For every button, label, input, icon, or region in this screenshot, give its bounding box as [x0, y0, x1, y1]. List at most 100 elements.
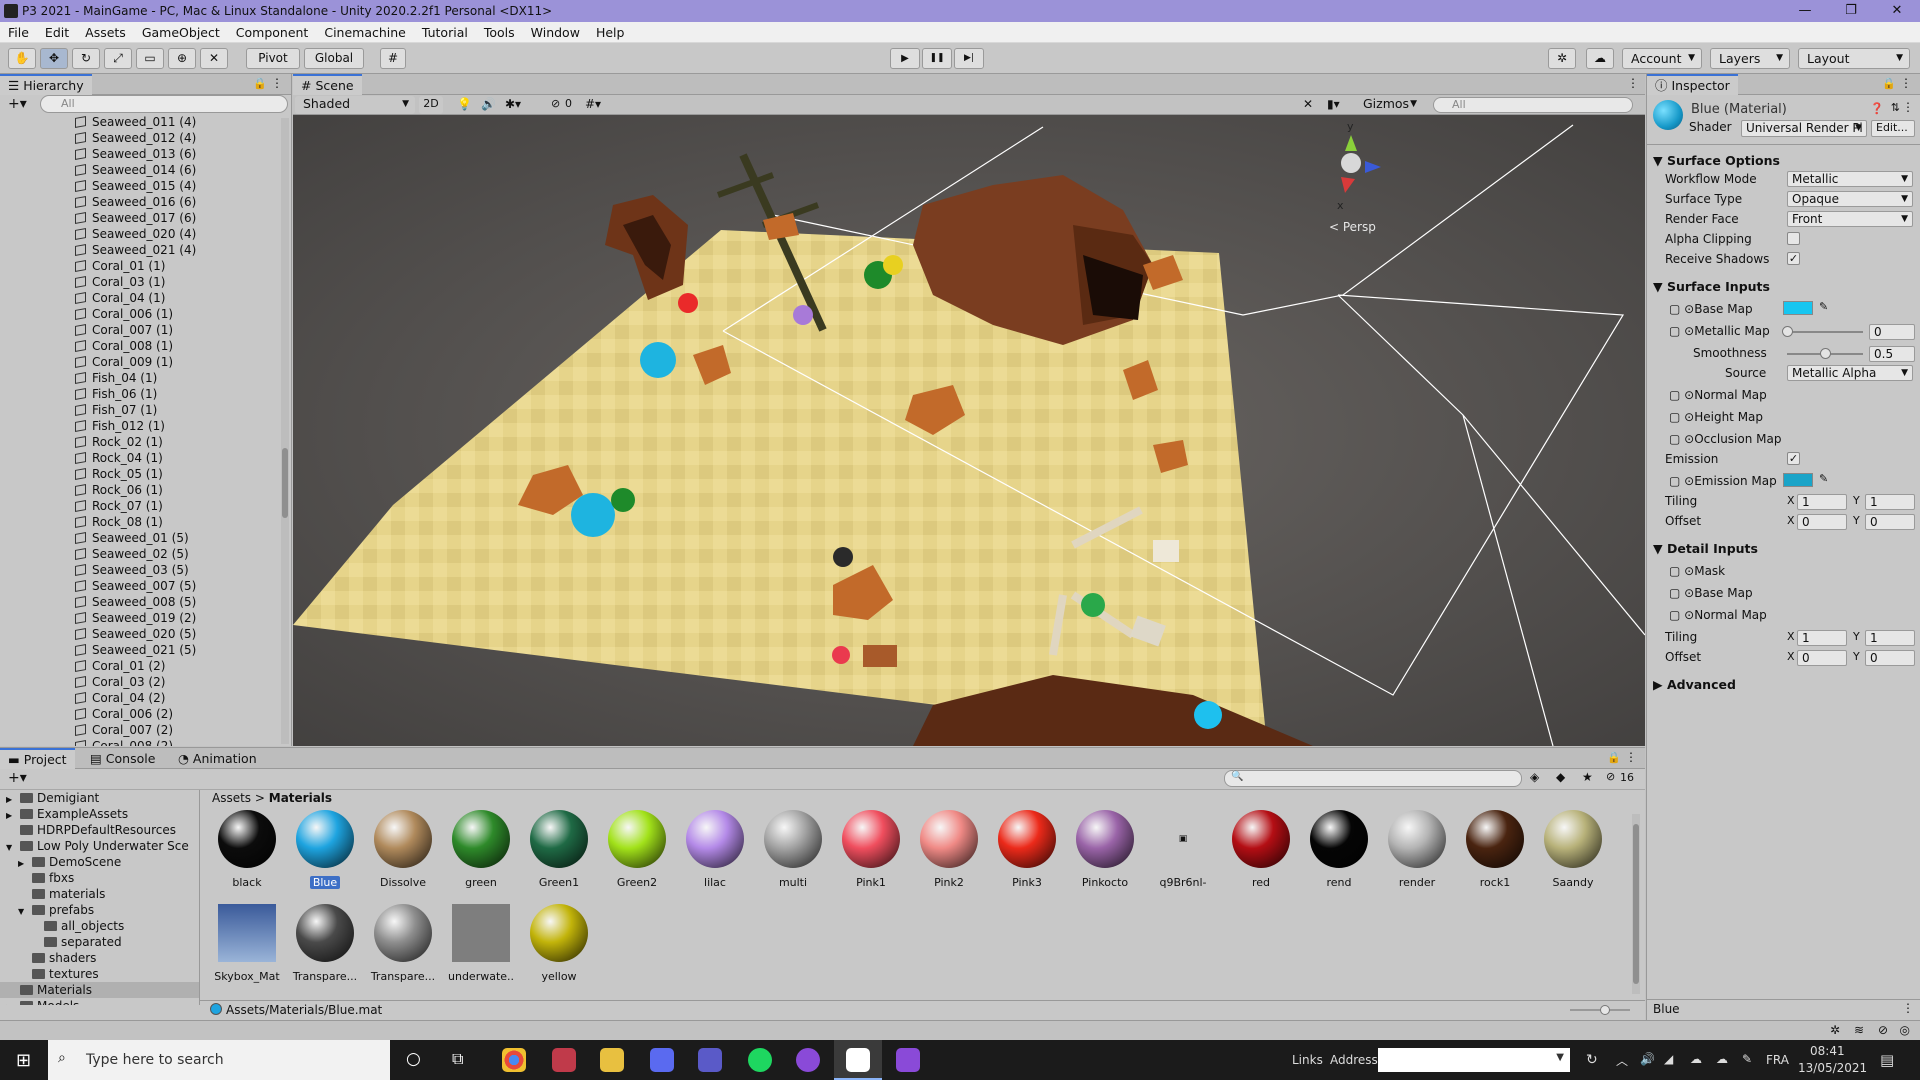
tab-console[interactable]: ▤ Console: [82, 748, 163, 769]
hierarchy-search-input[interactable]: All: [40, 95, 288, 113]
material-asset[interactable]: Transpare...: [370, 904, 436, 983]
unity-taskbar-button[interactable]: [834, 1040, 882, 1080]
hierarchy-item[interactable]: Seaweed_016 (6): [0, 194, 282, 210]
hierarchy-item[interactable]: Coral_006 (2): [0, 706, 282, 722]
taskbar-search-box[interactable]: ⌕ Type here to search: [48, 1040, 390, 1080]
surface-type-dropdown[interactable]: Opaque ▼: [1787, 191, 1913, 207]
material-asset[interactable]: lilac: [682, 810, 748, 889]
shader-dropdown[interactable]: Universal Render Pi ▼: [1741, 120, 1867, 137]
material-asset[interactable]: green: [448, 810, 514, 889]
hierarchy-item[interactable]: Seaweed_020 (5): [0, 626, 282, 642]
emission-color-swatch[interactable]: [1783, 473, 1813, 487]
menu-edit[interactable]: Edit: [37, 25, 77, 40]
filter-type-icon[interactable]: ◈: [1530, 770, 1539, 784]
folder-tree-item[interactable]: ▶ DemoScene: [18, 854, 199, 870]
cloud-button[interactable]: ☁: [1586, 48, 1614, 69]
eyedropper-icon[interactable]: ✎: [1819, 472, 1828, 485]
hierarchy-item[interactable]: Seaweed_03 (5): [0, 562, 282, 578]
scroll-thumb[interactable]: [282, 448, 288, 518]
tab-inspector[interactable]: ⓘ Inspector: [1647, 74, 1738, 95]
hierarchy-item[interactable]: Coral_008 (1): [0, 338, 282, 354]
hierarchy-item[interactable]: Rock_04 (1): [0, 450, 282, 466]
render-face-dropdown[interactable]: Front ▼: [1787, 211, 1913, 227]
no-entry-icon[interactable]: ⊘: [1878, 1023, 1888, 1037]
workflow-dropdown[interactable]: Metallic ▼: [1787, 171, 1913, 187]
scroll-thumb[interactable]: [1633, 824, 1639, 984]
texture-slot-icon[interactable]: ▢ ⊙: [1669, 432, 1694, 446]
help-icon[interactable]: ❓: [1870, 102, 1884, 115]
clock-time[interactable]: 08:41: [1810, 1044, 1845, 1058]
grid-toggle-icon[interactable]: #▾: [585, 97, 601, 111]
material-asset[interactable]: Pinkocto: [1072, 810, 1138, 889]
metallic-value-field[interactable]: 0: [1869, 324, 1915, 340]
hierarchy-item[interactable]: Seaweed_021 (4): [0, 242, 282, 258]
notifications-icon[interactable]: ▤: [1880, 1051, 1894, 1069]
project-search-input[interactable]: 🔍: [1224, 770, 1522, 787]
detail-offset-x-field[interactable]: 0: [1797, 650, 1847, 666]
material-asset[interactable]: yellow: [526, 904, 592, 983]
lock-icon[interactable]: 🔒: [1882, 77, 1896, 90]
pivot-toggle[interactable]: Pivot: [246, 48, 300, 69]
minimize-button[interactable]: —: [1782, 0, 1828, 22]
icon-size-slider[interactable]: [1570, 1005, 1630, 1015]
folder-tree-item[interactable]: ▶ ExampleAssets: [6, 806, 199, 822]
tiling-x-field[interactable]: 1: [1797, 494, 1847, 510]
hierarchy-item[interactable]: Coral_006 (1): [0, 306, 282, 322]
hierarchy-item[interactable]: Coral_03 (2): [0, 674, 282, 690]
layout-dropdown[interactable]: Layout ▼: [1798, 48, 1910, 69]
more-icon[interactable]: ⋮: [1902, 1001, 1914, 1015]
scene-viewport[interactable]: y x < Persp: [293, 115, 1645, 746]
hierarchy-item[interactable]: Rock_06 (1): [0, 482, 282, 498]
base-color-swatch[interactable]: [1783, 301, 1813, 315]
texture-slot-icon[interactable]: ▢ ⊙: [1669, 564, 1694, 578]
2d-toggle[interactable]: 2D: [419, 96, 443, 114]
folder-tree-item[interactable]: textures: [18, 966, 199, 982]
add-icon[interactable]: +▾: [8, 96, 27, 112]
material-asset[interactable]: Dissolve: [370, 810, 436, 889]
folder-tree-item[interactable]: Materials: [0, 982, 199, 998]
grid-snap-button[interactable]: #: [380, 48, 406, 69]
move-tool-button[interactable]: ✥: [40, 48, 68, 69]
debug-icon[interactable]: ✲: [1830, 1023, 1840, 1037]
pen-icon[interactable]: ✎: [1742, 1052, 1752, 1066]
more-icon[interactable]: ⋮: [1900, 76, 1912, 90]
detail-inputs-header[interactable]: ▼ Detail Inputs: [1653, 540, 1758, 558]
tree-scrollbar[interactable]: [196, 792, 200, 992]
folder-tree-item[interactable]: all_objects: [30, 918, 199, 934]
material-asset[interactable]: black: [214, 810, 280, 889]
menu-assets[interactable]: Assets: [77, 25, 134, 40]
receive-shadows-checkbox[interactable]: ✓: [1787, 252, 1800, 265]
menu-component[interactable]: Component: [228, 25, 317, 40]
menu-tools[interactable]: Tools: [476, 25, 523, 40]
hierarchy-item[interactable]: Seaweed_013 (6): [0, 146, 282, 162]
refresh-icon[interactable]: ↻: [1586, 1052, 1598, 1068]
lock-icon[interactable]: 🔒: [253, 77, 267, 90]
hierarchy-item[interactable]: Fish_07 (1): [0, 402, 282, 418]
audio-icon[interactable]: 🔊: [481, 97, 496, 111]
onedrive-icon[interactable]: ☁: [1716, 1052, 1728, 1066]
material-asset[interactable]: Pink1: [838, 810, 904, 889]
discord-icon[interactable]: [650, 1048, 674, 1072]
metallic-slider-thumb[interactable]: [1782, 326, 1793, 337]
material-asset[interactable]: red: [1228, 810, 1294, 889]
edit-shader-button[interactable]: Edit...: [1871, 120, 1915, 137]
github-icon[interactable]: [796, 1048, 820, 1072]
hierarchy-item[interactable]: Coral_04 (1): [0, 290, 282, 306]
custom-tool-button[interactable]: ✕: [200, 48, 228, 69]
more-icon[interactable]: ⋮: [1625, 750, 1637, 764]
transform-tool-button[interactable]: ⊕: [168, 48, 196, 69]
tab-scene[interactable]: # Scene: [293, 74, 362, 95]
smoothness-value-field[interactable]: 0.5: [1869, 346, 1915, 362]
material-asset[interactable]: underwate...: [448, 904, 514, 983]
folder-tree-item[interactable]: HDRPDefaultResources: [6, 822, 199, 838]
stack-icon[interactable]: ≋: [1854, 1023, 1864, 1037]
material-asset[interactable]: Green2: [604, 810, 670, 889]
texture-slot-icon[interactable]: ▢ ⊙: [1669, 608, 1694, 622]
surface-options-header[interactable]: ▼ Surface Options: [1653, 152, 1780, 170]
smoothness-slider-thumb[interactable]: [1820, 348, 1831, 359]
hierarchy-item[interactable]: Rock_02 (1): [0, 434, 282, 450]
onedrive-icon[interactable]: ☁: [1690, 1052, 1702, 1066]
file-explorer-icon[interactable]: [600, 1048, 624, 1072]
light-icon[interactable]: 💡: [457, 97, 472, 111]
favorite-icon[interactable]: ★: [1582, 770, 1593, 784]
